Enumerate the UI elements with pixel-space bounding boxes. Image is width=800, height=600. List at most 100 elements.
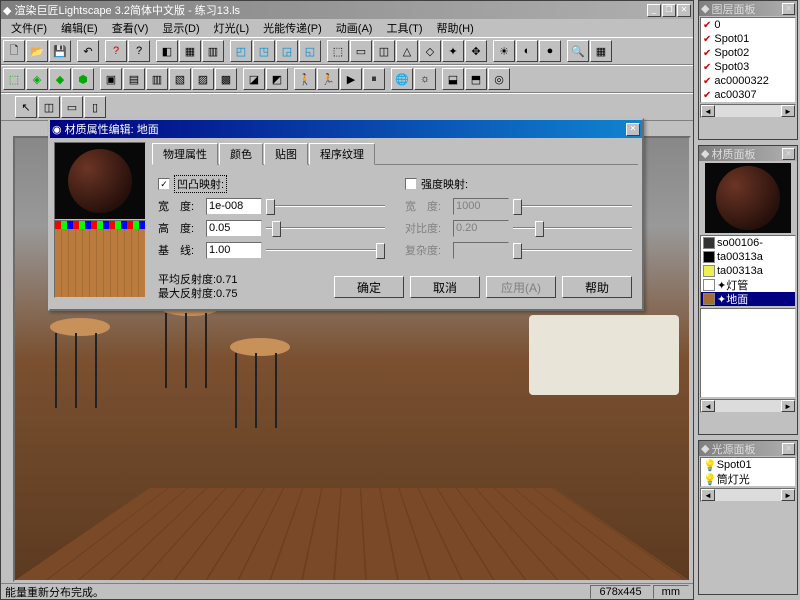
layer-item[interactable]: ✔ac00307 <box>701 88 795 102</box>
panel-hscroll[interactable]: ◄► <box>700 104 796 118</box>
tab-procedural[interactable]: 程序纹理 <box>309 143 375 165</box>
render6-icon[interactable]: ▩ <box>215 68 237 90</box>
height-slider[interactable] <box>266 219 385 237</box>
anim2-icon[interactable]: ⏸ <box>363 68 385 90</box>
cancel-button[interactable]: 取消 <box>410 276 480 298</box>
sun-icon[interactable]: ☼ <box>414 68 436 90</box>
panel-close-icon[interactable]: ✕ <box>782 148 795 160</box>
menu-help[interactable]: 帮助(H) <box>431 19 480 37</box>
render3-icon[interactable]: ▥ <box>146 68 168 90</box>
walk-icon[interactable]: 🚶 <box>294 68 316 90</box>
materials-list[interactable]: so00106- ta00313a ta00313a ✦灯管 ✦地面 <box>700 235 796 307</box>
misc3-icon[interactable]: ◎ <box>488 68 510 90</box>
tab-texture[interactable]: 贴图 <box>264 143 308 165</box>
help-button[interactable]: 帮助 <box>562 276 632 298</box>
menu-tools[interactable]: 工具(T) <box>380 19 428 37</box>
intensity-checkbox[interactable] <box>405 178 417 190</box>
close-button[interactable]: ✕ <box>677 4 691 17</box>
panel-close-icon[interactable]: ✕ <box>782 443 795 455</box>
light2-icon[interactable]: ◐ <box>516 40 538 62</box>
wire1-icon[interactable]: ⬚ <box>3 68 25 90</box>
layers-panel-title[interactable]: ◆ 图层面板 ✕ <box>699 1 797 16</box>
tool-b-icon[interactable]: ▦ <box>179 40 201 62</box>
menu-display[interactable]: 显示(D) <box>156 19 205 37</box>
nav6-icon[interactable]: ✦ <box>442 40 464 62</box>
render1-icon[interactable]: ▣ <box>100 68 122 90</box>
tool-c-icon[interactable]: ▥ <box>202 40 224 62</box>
cube4-icon[interactable]: ◱ <box>299 40 321 62</box>
anim1-icon[interactable]: ▶ <box>340 68 362 90</box>
layer-item[interactable]: ✔Spot02 <box>701 46 795 60</box>
nav5-icon[interactable]: ◇ <box>419 40 441 62</box>
run-icon[interactable]: 🏃 <box>317 68 339 90</box>
color2-icon[interactable]: ◩ <box>266 68 288 90</box>
undo-icon[interactable]: ↶ <box>77 40 99 62</box>
wire2-icon[interactable]: ◈ <box>26 68 48 90</box>
light3-icon[interactable]: ● <box>539 40 561 62</box>
light-item[interactable]: 💡Spot01 <box>701 458 795 472</box>
sel-arrow-icon[interactable]: ↖ <box>15 96 37 118</box>
material-item[interactable]: ✦灯管 <box>701 278 795 292</box>
context-help-icon[interactable]: ? <box>128 40 150 62</box>
light1-icon[interactable]: ☀ <box>493 40 515 62</box>
layer-item[interactable]: ✔ac0000322 <box>701 74 795 88</box>
misc1-icon[interactable]: ⬓ <box>442 68 464 90</box>
lights-list[interactable]: 💡Spot01 💡筒灯光 <box>700 457 796 487</box>
layer-item[interactable]: ✔Spot03 <box>701 60 795 74</box>
base-input[interactable] <box>206 242 262 259</box>
cube3-icon[interactable]: ◲ <box>276 40 298 62</box>
minimize-button[interactable]: _ <box>647 4 661 17</box>
save-icon[interactable]: 💾 <box>49 40 71 62</box>
zoom-icon[interactable]: 🔍 <box>567 40 589 62</box>
render5-icon[interactable]: ▨ <box>192 68 214 90</box>
dialog-close-button[interactable]: ✕ <box>626 123 640 136</box>
nav4-icon[interactable]: △ <box>396 40 418 62</box>
cube2-icon[interactable]: ◳ <box>253 40 275 62</box>
material-item[interactable]: ta00313a <box>701 250 795 264</box>
dialog-titlebar[interactable]: ◉ 材质属性编辑: 地面 ✕ <box>50 120 642 138</box>
menu-lights[interactable]: 灯光(L) <box>208 19 255 37</box>
help-icon[interactable]: ? <box>105 40 127 62</box>
apply-button[interactable]: 应用(A) <box>486 276 556 298</box>
wire3-icon[interactable]: ◆ <box>49 68 71 90</box>
open-icon[interactable]: 📂 <box>26 40 48 62</box>
materials-panel-title[interactable]: ◆ 材质面板 ✕ <box>699 146 797 161</box>
cube1-icon[interactable]: ◰ <box>230 40 252 62</box>
material-item-selected[interactable]: ✦地面 <box>701 292 795 306</box>
layer-item[interactable]: ✔0 <box>701 18 795 32</box>
menu-view[interactable]: 查看(V) <box>106 19 155 37</box>
nav1-icon[interactable]: ⬚ <box>327 40 349 62</box>
move-icon[interactable]: ✥ <box>465 40 487 62</box>
layer-item[interactable]: ✔Spot01 <box>701 32 795 46</box>
panel-hscroll[interactable]: ◄► <box>700 399 796 413</box>
base-slider[interactable] <box>266 241 385 259</box>
layers-list[interactable]: ✔0 ✔Spot01 ✔Spot02 ✔Spot03 ✔ac0000322 ✔a… <box>700 17 796 103</box>
sel3-icon[interactable]: ▯ <box>84 96 106 118</box>
grid-icon[interactable]: ▦ <box>590 40 612 62</box>
panel-hscroll[interactable]: ◄► <box>700 488 796 502</box>
lights-panel-title[interactable]: ◆ 光源面板 ✕ <box>699 441 797 456</box>
nav2-icon[interactable]: ▭ <box>350 40 372 62</box>
bump-checkbox[interactable]: ✓ <box>158 178 170 190</box>
panel-close-icon[interactable]: ✕ <box>782 3 795 15</box>
tab-color[interactable]: 颜色 <box>219 143 263 165</box>
width-slider[interactable] <box>266 197 385 215</box>
ok-button[interactable]: 确定 <box>334 276 404 298</box>
misc2-icon[interactable]: ⬒ <box>465 68 487 90</box>
new-icon[interactable]: 🗋 <box>3 40 25 62</box>
wire4-icon[interactable]: ⬢ <box>72 68 94 90</box>
nav3-icon[interactable]: ◫ <box>373 40 395 62</box>
render4-icon[interactable]: ▧ <box>169 68 191 90</box>
material-item[interactable]: so00106- <box>701 236 795 250</box>
tool-a-icon[interactable]: ◧ <box>156 40 178 62</box>
menu-file[interactable]: 文件(F) <box>5 19 53 37</box>
render2-icon[interactable]: ▤ <box>123 68 145 90</box>
menu-edit[interactable]: 编辑(E) <box>55 19 104 37</box>
sel2-icon[interactable]: ▭ <box>61 96 83 118</box>
color1-icon[interactable]: ◪ <box>243 68 265 90</box>
sel1-icon[interactable]: ◫ <box>38 96 60 118</box>
menu-animation[interactable]: 动画(A) <box>330 19 379 37</box>
height-input[interactable] <box>206 220 262 237</box>
globe-icon[interactable]: 🌐 <box>391 68 413 90</box>
light-item[interactable]: 💡筒灯光 <box>701 472 795 486</box>
